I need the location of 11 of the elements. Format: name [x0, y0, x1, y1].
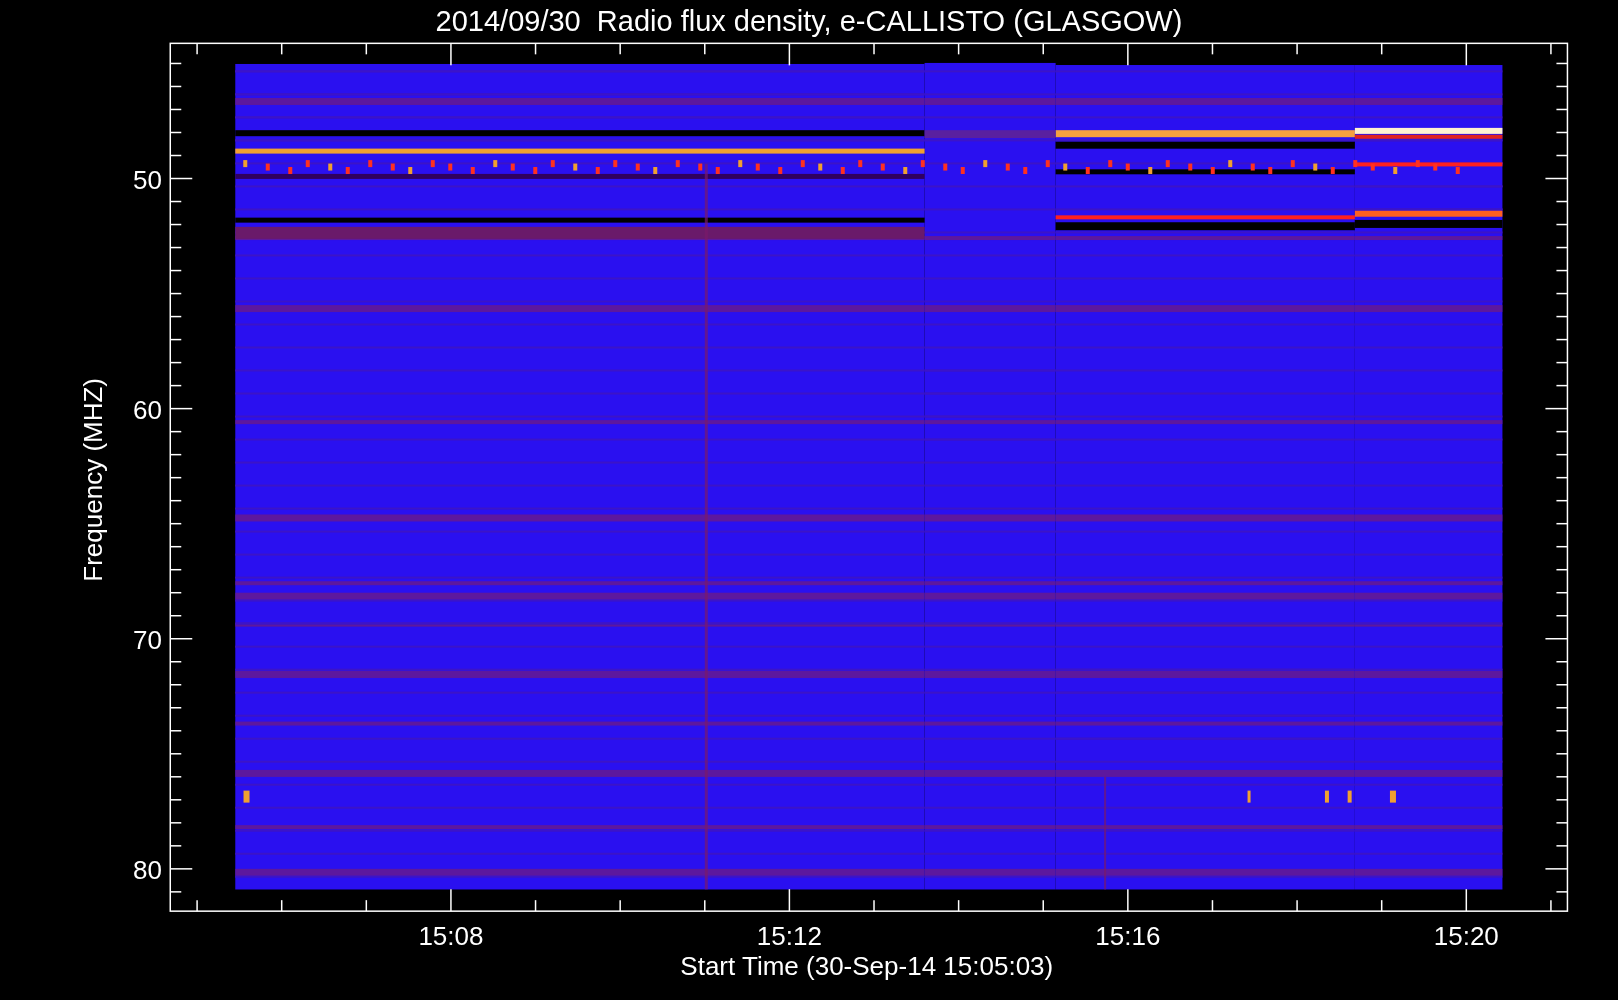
x-axis-label: Start Time (30-Sep-14 15:05:03)	[680, 951, 1054, 981]
y-tick-label: 70	[133, 624, 162, 655]
x-tick-label: 15:20	[1433, 921, 1499, 951]
y-axis-label: Frequency (MHZ)	[78, 378, 108, 582]
x-tick-label: 15:12	[756, 921, 822, 951]
x-tick-label: 15:08	[418, 921, 484, 951]
x-tick-label: 15:16	[1095, 921, 1161, 951]
plot-title: 2014/09/30 Radio flux density, e-CALLISTO (GLASGOW)	[435, 5, 1183, 37]
y-tick-label: 50	[133, 164, 162, 195]
y-tick-label: 80	[133, 854, 162, 885]
y-tick-label: 60	[133, 394, 162, 425]
